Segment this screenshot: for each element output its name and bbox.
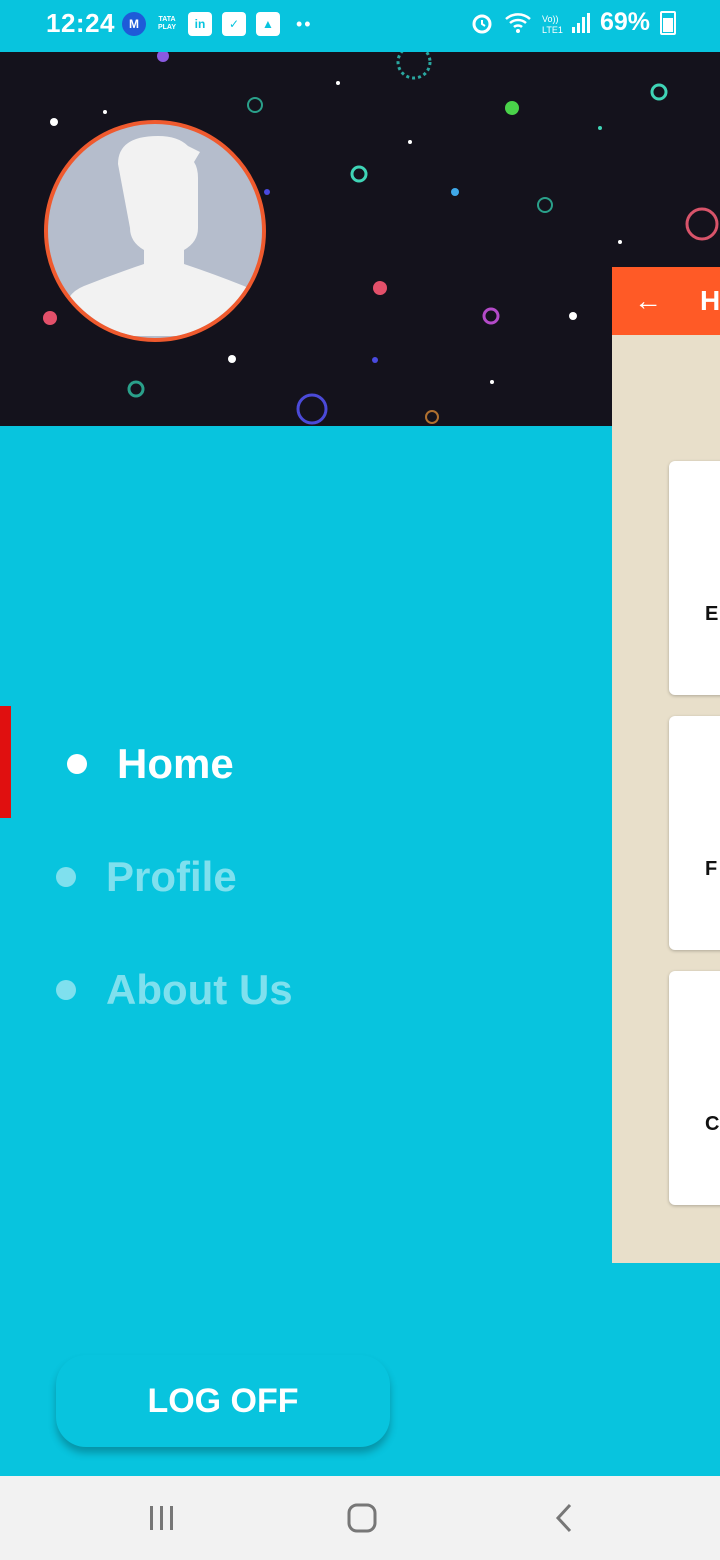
back-icon[interactable] bbox=[552, 1498, 576, 1538]
svg-text:LTE1: LTE1 bbox=[542, 25, 563, 35]
nav-item-profile[interactable]: Profile bbox=[56, 853, 237, 901]
bullet-icon bbox=[56, 980, 76, 1000]
avatar[interactable] bbox=[44, 120, 266, 342]
main-card[interactable]: C bbox=[669, 971, 720, 1205]
system-icons: Vo)) LTE1 69% bbox=[470, 8, 676, 37]
logoff-button[interactable]: LOG OFF bbox=[56, 1355, 390, 1447]
m-app-icon: M bbox=[122, 12, 146, 36]
signal-icon: Vo))LTE1 bbox=[542, 12, 590, 35]
alarm-icon bbox=[472, 14, 492, 33]
nav-item-label: Profile bbox=[106, 853, 237, 900]
bullet-icon bbox=[67, 754, 87, 774]
nav-item-about-us[interactable]: About Us bbox=[56, 966, 293, 1014]
image-icon: ▲ bbox=[256, 12, 280, 36]
tata-play-icon: TATA PLAY bbox=[157, 16, 177, 31]
system-nav-bar bbox=[0, 1476, 720, 1560]
card-label: E bbox=[705, 603, 719, 625]
status-bar: 12:24 M TATA PLAY in ✓ ▲ •• Vo)) LTE1 69% bbox=[0, 0, 720, 52]
card-label: C bbox=[705, 1113, 720, 1135]
default-user-icon bbox=[64, 136, 262, 336]
more-notifications-icon: •• bbox=[296, 13, 313, 34]
main-title: H bbox=[700, 285, 720, 316]
linkedin-icon: in bbox=[188, 12, 212, 36]
nav-item-label: About Us bbox=[106, 966, 293, 1013]
main-app-bar: ← H bbox=[612, 267, 720, 335]
checkbox-icon: ✓ bbox=[222, 12, 246, 36]
svg-text:Vo)): Vo)) bbox=[542, 14, 559, 24]
home-icon[interactable] bbox=[346, 1498, 380, 1538]
battery-icon bbox=[660, 10, 676, 35]
status-time: 12:24 bbox=[46, 8, 115, 38]
nav-item-home[interactable]: Home bbox=[67, 740, 234, 788]
notification-icons: M TATA PLAY in ✓ ▲ •• bbox=[122, 12, 313, 36]
recent-apps-icon[interactable] bbox=[148, 1498, 176, 1538]
main-card[interactable]: F bbox=[669, 716, 720, 950]
main-page-preview[interactable]: ← H E F C bbox=[612, 267, 720, 1263]
wifi-icon bbox=[505, 12, 531, 33]
main-card[interactable]: E bbox=[669, 461, 720, 695]
active-indicator bbox=[0, 706, 11, 818]
nav-item-label: Home bbox=[117, 740, 234, 787]
bullet-icon bbox=[56, 867, 76, 887]
card-label: F bbox=[705, 858, 718, 880]
battery-percent: 69% bbox=[599, 8, 650, 36]
back-arrow-icon[interactable]: ← bbox=[634, 285, 662, 317]
